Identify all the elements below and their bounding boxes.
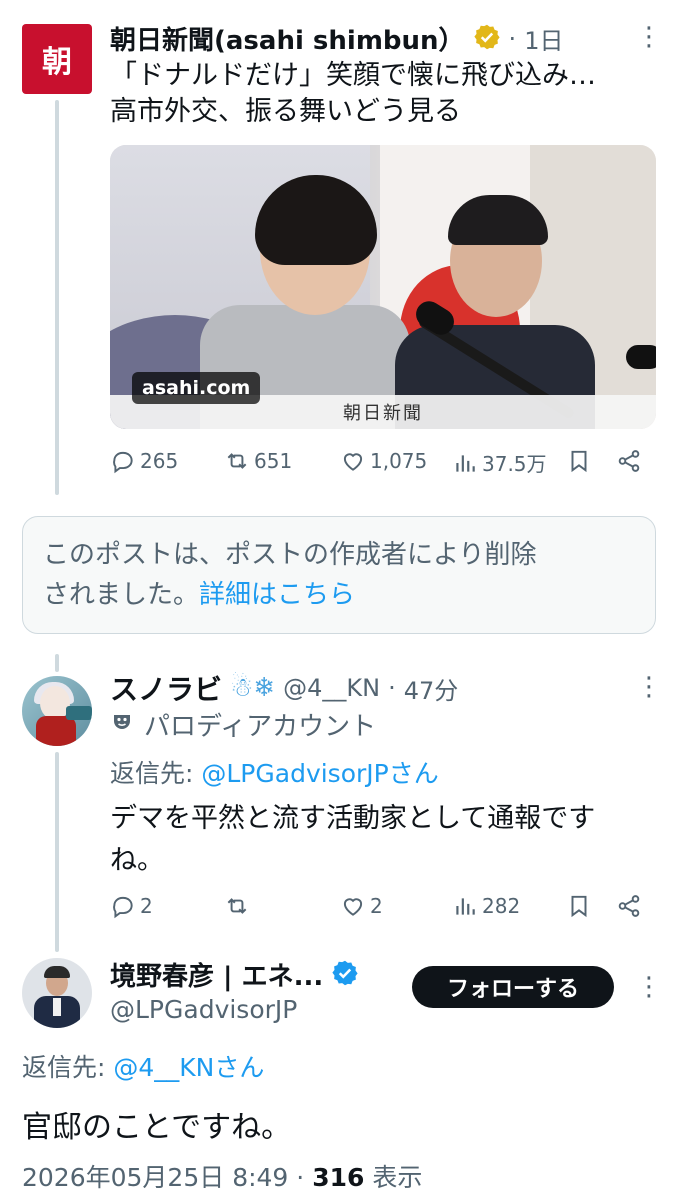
post-time[interactable]: 1日: [524, 21, 563, 56]
notice-text: このポストは、ポストの作成者により削除: [43, 540, 537, 570]
author-name[interactable]: 朝日新聞(asahi shimbun）: [110, 20, 465, 57]
snowman-snowflake-emoji: ☃❄: [230, 673, 276, 703]
more-options-icon[interactable]: ⋮: [636, 22, 662, 52]
repost-count: 651: [254, 449, 293, 473]
reply-count: 2: [140, 894, 153, 918]
reply-icon: [113, 896, 133, 919]
parody-label: パロディアカウント: [144, 712, 377, 742]
bookmark-icon: [571, 450, 587, 473]
avatar[interactable]: [22, 958, 92, 1028]
heart-icon: [343, 453, 363, 471]
post-text: 「ドナルドだけ」笑顔で懐に飛び込み… 高市外交、振る舞いどう見る: [110, 58, 596, 130]
post-text-line: 高市外交、振る舞いどう見る: [110, 96, 461, 127]
view-count: 316: [312, 1163, 365, 1192]
avatar[interactable]: 朝: [22, 24, 92, 94]
author-handle[interactable]: @4__KN: [283, 674, 380, 702]
follow-button[interactable]: フォローする: [412, 966, 614, 1008]
author-name[interactable]: 境野春彦 | エネ...: [110, 956, 323, 993]
author-name[interactable]: スノラビ: [110, 668, 222, 708]
avatar[interactable]: [22, 676, 92, 746]
reply-icon: [113, 451, 133, 474]
like-count: 1,075: [370, 449, 428, 473]
separator: ·: [508, 24, 517, 53]
link-domain-tag: asahi.com: [132, 372, 261, 404]
parody-mask-icon: [110, 710, 134, 740]
verified-badge-icon: [331, 959, 359, 991]
more-options-icon[interactable]: ⋮: [636, 972, 662, 1002]
reply-count: 265: [140, 449, 179, 473]
thread-line: [55, 654, 59, 672]
author-handle[interactable]: @LPGadvisorJP: [110, 995, 297, 1024]
repost-icon: [227, 898, 247, 914]
bookmark-icon: [571, 895, 587, 918]
more-options-icon[interactable]: ⋮: [636, 672, 662, 702]
deleted-post-notice: このポストは、ポストの作成者により削除 されました。詳細はこちら: [22, 516, 656, 634]
repost-icon: [227, 453, 247, 469]
post-text-line: ね。: [110, 845, 164, 876]
post-timestamp[interactable]: 2026年05月25日 8:49: [22, 1163, 288, 1192]
like-count: 2: [370, 894, 383, 918]
separator: ·: [296, 1163, 305, 1192]
view-label: 表示: [372, 1163, 423, 1192]
analytics-icon: [456, 454, 475, 472]
thread-line: [55, 100, 59, 495]
repost-button[interactable]: 651: [224, 448, 292, 474]
link-card-image[interactable]: 朝日新聞 asahi.com: [110, 145, 656, 429]
repost-button[interactable]: [224, 893, 250, 919]
bookmark-button[interactable]: [566, 448, 592, 474]
reply-to-label: 返信先:: [110, 759, 202, 788]
bookmark-button[interactable]: [566, 893, 592, 919]
post-time[interactable]: 47分: [404, 671, 459, 706]
reply-button[interactable]: 265: [110, 448, 178, 474]
share-button[interactable]: [616, 893, 642, 919]
heart-icon: [343, 898, 363, 916]
verified-badge-icon: [473, 23, 501, 55]
view-count: 37.5万: [482, 452, 547, 476]
views-button[interactable]: 282: [452, 893, 520, 919]
thread-line: [55, 752, 59, 952]
view-count: 282: [482, 894, 521, 918]
post-text: 官邸のことですね。: [22, 1110, 292, 1145]
share-icon: [618, 895, 640, 917]
post-text-line: デマを平然と流す活動家として通報です: [110, 803, 596, 834]
like-button[interactable]: 2: [340, 893, 383, 919]
post-text-line: 「ドナルドだけ」笑顔で懐に飛び込み…: [110, 60, 596, 91]
notice-text: されました。: [43, 580, 200, 610]
reply-to-handle[interactable]: @4__KNさん: [113, 1053, 264, 1082]
share-icon: [618, 450, 640, 472]
reply-to-label: 返信先:: [22, 1053, 114, 1082]
share-button[interactable]: [616, 448, 642, 474]
views-button[interactable]: 37.5万: [452, 448, 547, 477]
reply-button[interactable]: 2: [110, 893, 153, 919]
analytics-icon: [456, 898, 475, 915]
learn-more-link[interactable]: 詳細はこちら: [199, 580, 355, 610]
reply-to-handle[interactable]: @LPGadvisorJPさん: [201, 759, 438, 788]
post-text: デマを平然と流す活動家として通報です ね。: [110, 798, 595, 882]
like-button[interactable]: 1,075: [340, 448, 427, 474]
separator: ·: [388, 674, 396, 702]
